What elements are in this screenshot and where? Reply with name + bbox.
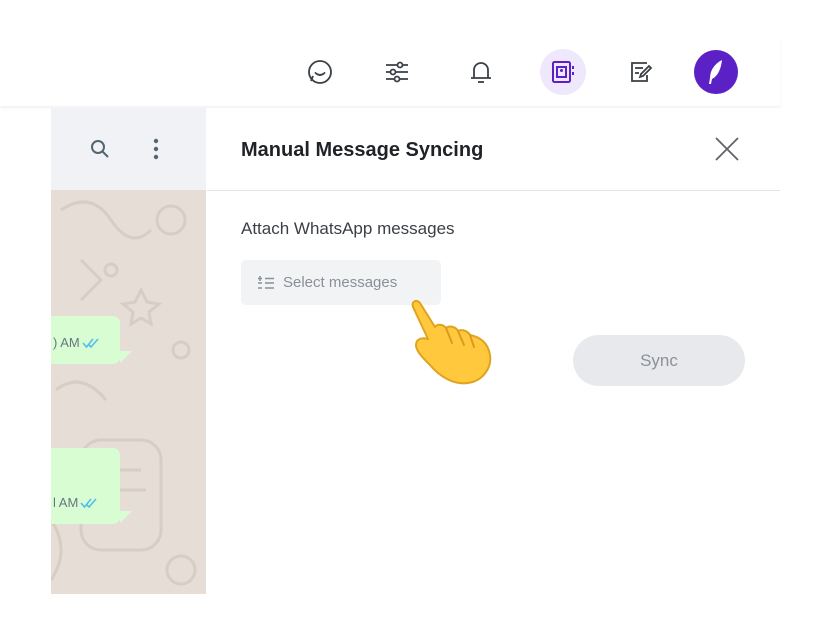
search-icon[interactable] [87,136,113,162]
panel-title: Manual Message Syncing [241,139,484,161]
contact-book-icon[interactable] [540,49,586,95]
panel-header: Manual Message Syncing [207,108,780,191]
double-check-icon [82,338,99,349]
avatar[interactable] [694,50,738,94]
double-check-icon [80,498,97,509]
bubble-tail [120,351,132,363]
pointing-hand-icon [411,299,492,385]
note-edit-icon[interactable] [618,49,664,95]
sliders-icon[interactable] [374,49,420,95]
kebab-menu-icon[interactable] [143,136,169,162]
close-icon [715,137,739,161]
feather-icon [709,60,722,84]
bell-icon[interactable] [458,49,504,95]
chat-bubble-icon[interactable] [297,49,343,95]
message-bubble[interactable]: ) AM [51,316,120,364]
message-time: ) AM [53,335,80,350]
chat-header [51,108,206,190]
top-toolbar [0,38,780,106]
select-messages-label: Select messages [283,274,398,291]
message-time: l AM [53,495,79,510]
chat-pane: ) AM l AM [51,108,206,594]
list-icon [258,275,274,289]
section-label: Attach WhatsApp messages [241,219,455,238]
bubble-tail [120,511,132,523]
sync-button[interactable]: Sync [573,335,745,386]
close-button[interactable] [712,134,742,164]
message-bubble[interactable]: l AM [51,448,120,524]
chat-wallpaper [51,200,197,586]
